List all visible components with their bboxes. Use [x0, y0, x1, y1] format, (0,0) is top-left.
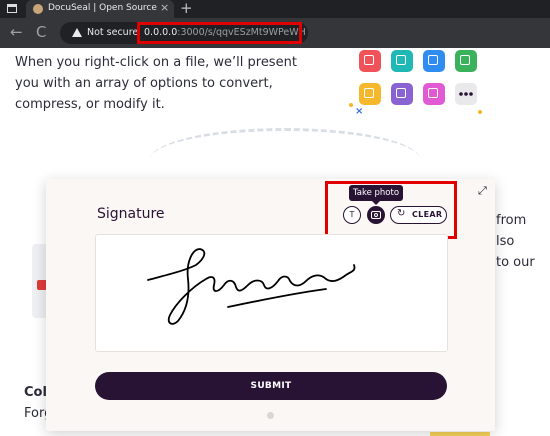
signature-stroke — [147, 248, 356, 325]
clear-label: CLEAR — [412, 210, 443, 219]
tool-icon[interactable] — [423, 83, 445, 105]
right-text: from lso to our — [496, 210, 535, 273]
submit-label: SUBMIT — [250, 381, 292, 391]
expand-icon[interactable]: ⤢ — [478, 184, 487, 198]
url-highlight-box — [137, 22, 302, 44]
take-photo-button[interactable] — [367, 206, 385, 224]
tab-title: DocuSeal | Open Source Doc — [48, 3, 158, 13]
decor-x-icon: × — [355, 106, 364, 117]
right-text-line: lso — [496, 234, 515, 249]
tool-icon[interactable] — [359, 83, 381, 105]
security-label[interactable]: Not secure — [87, 27, 138, 38]
window-menu-icon[interactable] — [7, 4, 17, 13]
tooltip: Take photo — [349, 185, 403, 205]
tooltip-text: Take photo — [352, 188, 400, 198]
tool-icon[interactable] — [391, 83, 413, 105]
tool-icon[interactable] — [359, 50, 381, 72]
signature-modal: ⤢ Signature Take photo T ↻ CLEAR SUBMIT — [46, 179, 495, 431]
clear-button[interactable]: ↻ CLEAR — [390, 206, 447, 224]
right-text-line: to our — [496, 255, 535, 270]
tool-icon[interactable] — [391, 50, 413, 72]
right-text-line: from — [496, 213, 527, 228]
tab-bar: DocuSeal | Open Source Doc × + — [0, 0, 550, 18]
intro-text: When you right-click on a file, we’ll pr… — [15, 55, 297, 112]
signature-pad[interactable] — [95, 234, 448, 352]
tool-icon[interactable] — [455, 50, 477, 72]
camera-lens-icon — [374, 213, 378, 217]
type-signature-button[interactable]: T — [343, 206, 361, 224]
text-type-icon: T — [349, 210, 355, 219]
reset-icon: ↻ — [397, 208, 406, 219]
tab-close-button[interactable]: × — [160, 1, 169, 14]
decor-dot — [349, 103, 353, 107]
decor-dot — [478, 110, 482, 114]
favicon-icon — [33, 4, 43, 14]
decor-bar — [430, 432, 490, 436]
new-tab-button[interactable]: + — [180, 0, 193, 17]
warning-icon[interactable] — [72, 28, 82, 37]
submit-button[interactable]: SUBMIT — [95, 372, 447, 400]
reload-button[interactable]: C — [36, 23, 46, 41]
browser-tab[interactable]: DocuSeal | Open Source Doc × — [26, 0, 174, 18]
tool-icon[interactable] — [423, 50, 445, 72]
tooltip-arrow — [372, 201, 380, 205]
step-indicator-dot[interactable] — [267, 412, 274, 419]
dots-icon — [459, 92, 473, 96]
more-tools-icon[interactable] — [455, 83, 477, 105]
back-button[interactable]: ← — [10, 23, 23, 41]
modal-title: Signature — [97, 206, 165, 222]
